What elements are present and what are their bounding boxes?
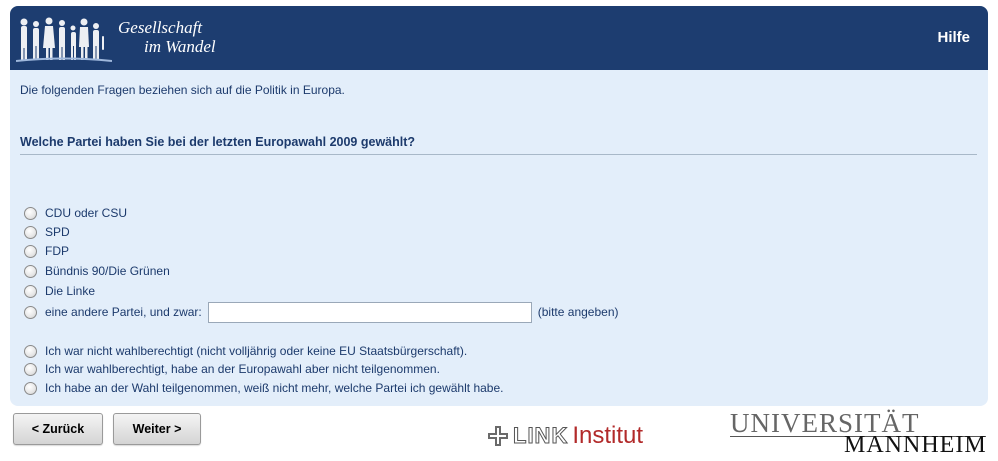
option-label: Ich habe an der Wahl teilgenommen, weiß …	[45, 381, 504, 395]
radio-button[interactable]	[24, 284, 37, 298]
header-bar: Gesellschaft im Wandel Hilfe	[10, 6, 988, 70]
mannheim-word: MANNHEIM	[844, 432, 987, 458]
option-label: Die Linke	[45, 284, 96, 298]
radio-button[interactable]	[24, 344, 37, 358]
question-divider	[20, 154, 977, 155]
survey-panel: Gesellschaft im Wandel Hilfe Die folgend…	[10, 6, 988, 406]
help-link[interactable]: Hilfe	[937, 29, 970, 46]
option-gruene[interactable]: Bündnis 90/Die Grünen	[24, 263, 170, 279]
radio-button[interactable]	[24, 264, 37, 278]
brand-title: Gesellschaft im Wandel	[118, 18, 216, 56]
people-silhouettes-logo	[16, 17, 112, 62]
institut-word: Institut	[572, 422, 644, 449]
radio-button[interactable]	[24, 206, 37, 220]
option-spd[interactable]: SPD	[24, 224, 70, 240]
intro-text: Die folgenden Fragen beziehen sich auf d…	[20, 83, 345, 97]
question-text: Welche Partei haben Sie bei der letzten …	[20, 135, 416, 149]
option-label: Bündnis 90/Die Grünen	[45, 264, 170, 278]
specify-hint: (bitte angeben)	[537, 305, 619, 319]
radio-button[interactable]	[24, 305, 37, 319]
brand-line1: Gesellschaft	[118, 18, 203, 37]
option-dont-remember[interactable]: Ich habe an der Wahl teilgenommen, weiß …	[24, 380, 503, 396]
link-word: LINK	[512, 423, 569, 449]
option-not-eligible[interactable]: Ich war nicht wahlberechtigt (nicht voll…	[24, 343, 467, 359]
other-party-input[interactable]	[207, 301, 532, 323]
next-button[interactable]: Weiter >	[113, 413, 201, 445]
option-label: eine andere Partei, und zwar:	[45, 305, 202, 319]
option-label: CDU oder CSU	[45, 206, 128, 220]
option-label: Ich war nicht wahlberechtigt (nicht voll…	[45, 344, 468, 358]
option-label: FDP	[45, 244, 69, 258]
radio-button[interactable]	[24, 381, 37, 395]
back-button[interactable]: < Zurück	[13, 413, 103, 445]
link-cross-icon	[488, 426, 508, 446]
option-cdu-csu[interactable]: CDU oder CSU	[24, 205, 127, 221]
option-label: SPD	[45, 225, 70, 239]
option-fdp[interactable]: FDP	[24, 243, 69, 259]
link-institut-logo: LINK Institut	[487, 422, 643, 450]
option-linke[interactable]: Die Linke	[24, 283, 95, 299]
radio-button[interactable]	[24, 225, 37, 239]
option-did-not-vote[interactable]: Ich war wahlberechtigt, habe an der Euro…	[24, 361, 440, 377]
brand-line2: im Wandel	[144, 37, 216, 56]
radio-button[interactable]	[24, 244, 37, 258]
university-mannheim-logo: UNIVERSITÄT MANNHEIM	[730, 410, 986, 457]
radio-button[interactable]	[24, 362, 37, 376]
option-other-party[interactable]: eine andere Partei, und zwar: (bitte ang…	[24, 301, 619, 323]
option-label: Ich war wahlberechtigt, habe an der Euro…	[45, 362, 440, 376]
